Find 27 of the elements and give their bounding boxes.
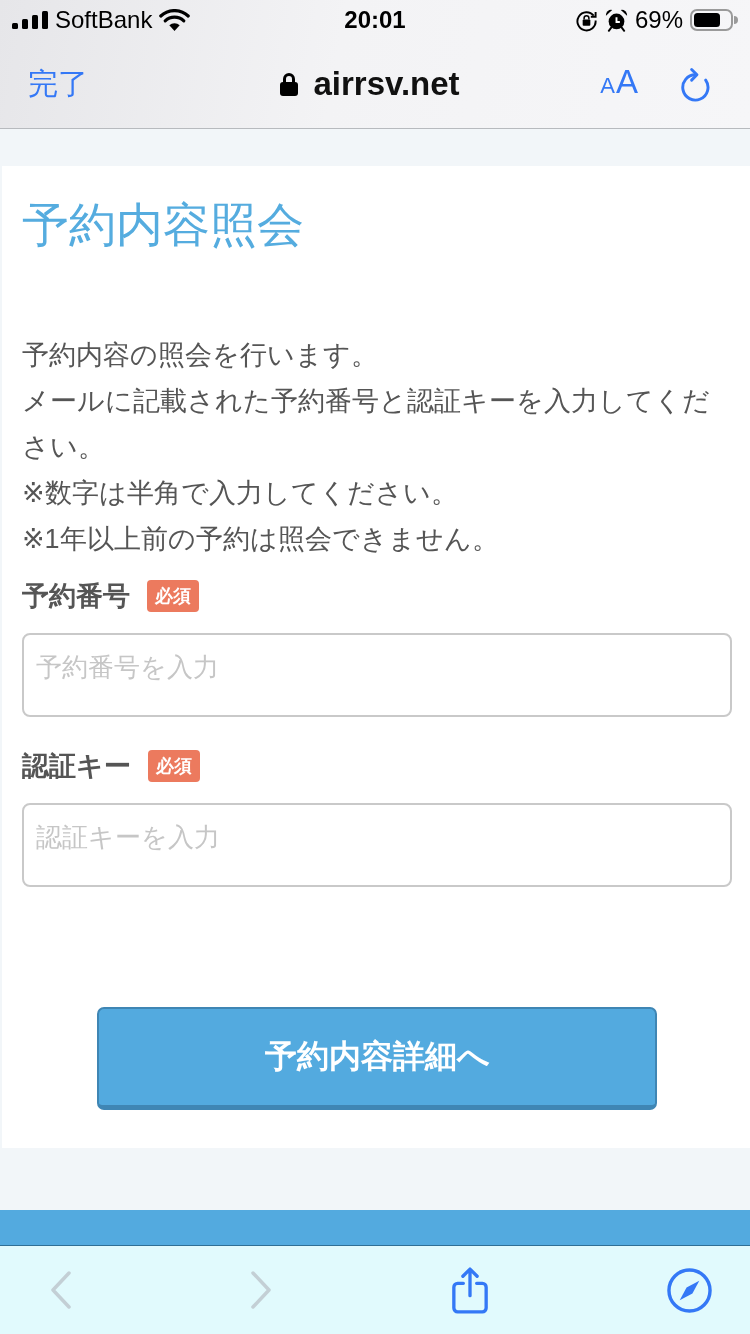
share-icon[interactable] — [450, 1266, 489, 1314]
page-title: 予約内容照会 — [22, 197, 305, 253]
carrier-name: SoftBank — [55, 6, 153, 34]
required-tag: 必須 — [148, 750, 200, 782]
submit-button[interactable]: 予約内容詳細へ — [97, 1007, 657, 1110]
text-size-button[interactable]: AA — [600, 63, 639, 105]
instruction-text: ※1年以上前の予約は照会できません。 — [22, 523, 500, 556]
wifi-icon — [159, 9, 191, 31]
alarm-clock-icon — [604, 8, 628, 32]
rotation-lock-icon — [574, 8, 598, 32]
lock-icon — [280, 72, 299, 96]
instruction-text: ※数字は半角で入力してください。 — [22, 477, 459, 510]
battery-percent: 69% — [634, 6, 683, 34]
done-button[interactable]: 完了 — [28, 65, 88, 103]
required-tag: 必須 — [147, 580, 199, 612]
auth-key-field[interactable]: 認証キーを入力 — [22, 803, 732, 887]
field-label: 認証キー — [22, 750, 131, 782]
compass-icon[interactable] — [667, 1267, 712, 1313]
status-time: 20:01 — [344, 6, 406, 34]
instruction-text: 予約内容の照会を行います。 — [22, 339, 379, 372]
reservation-number-field[interactable]: 予約番号を入力 — [22, 633, 732, 717]
field-label: 予約番号 — [22, 580, 130, 612]
instruction-text: メールに記載された予約番号と認証キーを入力してください。 — [22, 385, 711, 464]
reload-icon[interactable] — [679, 66, 712, 102]
signal-bars-icon — [12, 11, 48, 29]
page-address: airrsv.net — [313, 64, 460, 104]
battery-icon — [690, 9, 738, 31]
